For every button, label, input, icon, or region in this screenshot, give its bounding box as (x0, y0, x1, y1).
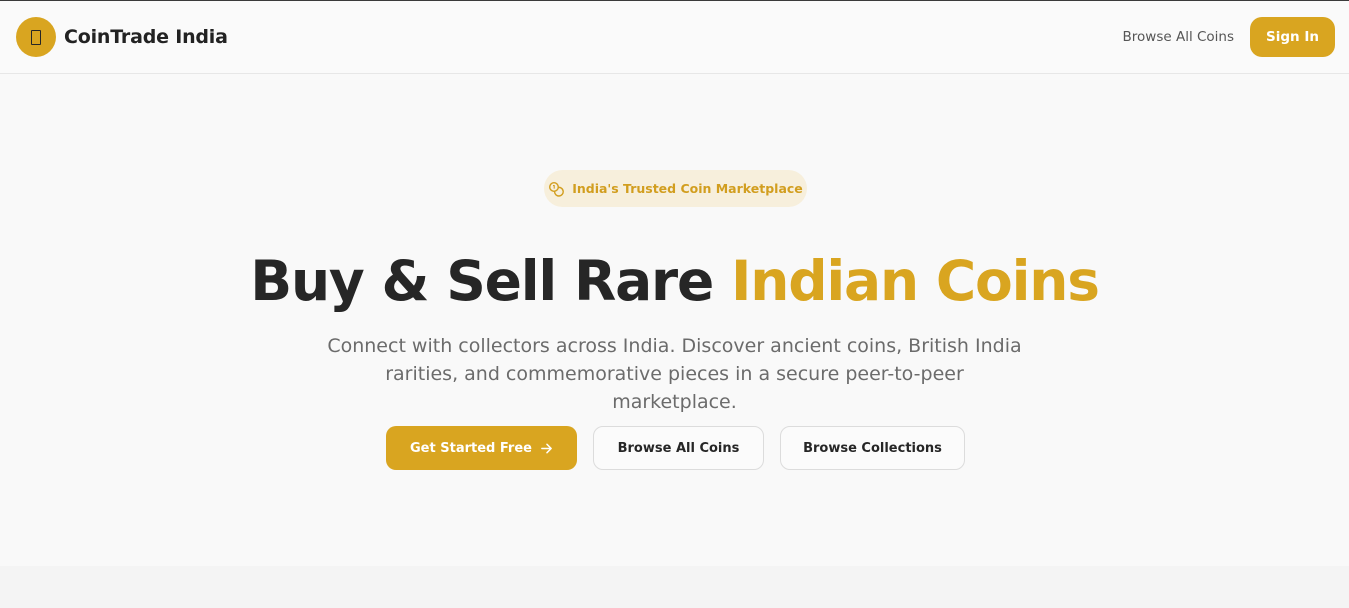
sign-in-button[interactable]: Sign In (1250, 17, 1335, 57)
hero-cta-group: Get Started Free Browse All Coins Browse… (386, 426, 965, 470)
hero-badge: India's Trusted Coin Marketplace (544, 170, 807, 207)
arrow-right-icon (541, 443, 552, 453)
hero-section: India's Trusted Coin Marketplace Buy & S… (0, 74, 1349, 566)
browse-all-coins-button[interactable]: Browse All Coins (593, 426, 764, 470)
top-nav: Browse All Coins Sign In (1123, 17, 1335, 57)
site-header: CoinTrade India Browse All Coins Sign In (0, 1, 1349, 74)
brand-name: CoinTrade India (64, 26, 228, 48)
hero-title-accent: Indian Coins (731, 249, 1100, 313)
browse-collections-button[interactable]: Browse Collections (780, 426, 965, 470)
get-started-button[interactable]: Get Started Free (386, 426, 577, 470)
coins-icon (549, 181, 565, 197)
hero-badge-label: India's Trusted Coin Marketplace (572, 181, 803, 196)
coin-icon (16, 17, 56, 57)
hero-title-prefix: Buy & Sell Rare (250, 249, 732, 313)
next-section-band (0, 566, 1349, 608)
get-started-label: Get Started Free (410, 440, 532, 456)
hero-subtitle: Connect with collectors across India. Di… (327, 335, 1022, 413)
hero-title: Buy & Sell Rare Indian Coins (0, 246, 1349, 316)
brand[interactable]: CoinTrade India (16, 17, 228, 57)
nav-browse-all-coins-link[interactable]: Browse All Coins (1123, 29, 1235, 45)
